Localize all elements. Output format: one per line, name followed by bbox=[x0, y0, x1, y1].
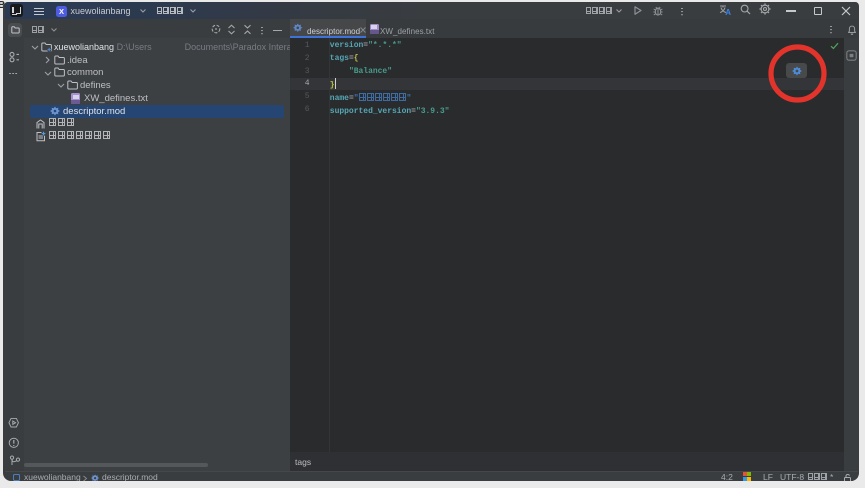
svg-text:A: A bbox=[725, 8, 731, 16]
